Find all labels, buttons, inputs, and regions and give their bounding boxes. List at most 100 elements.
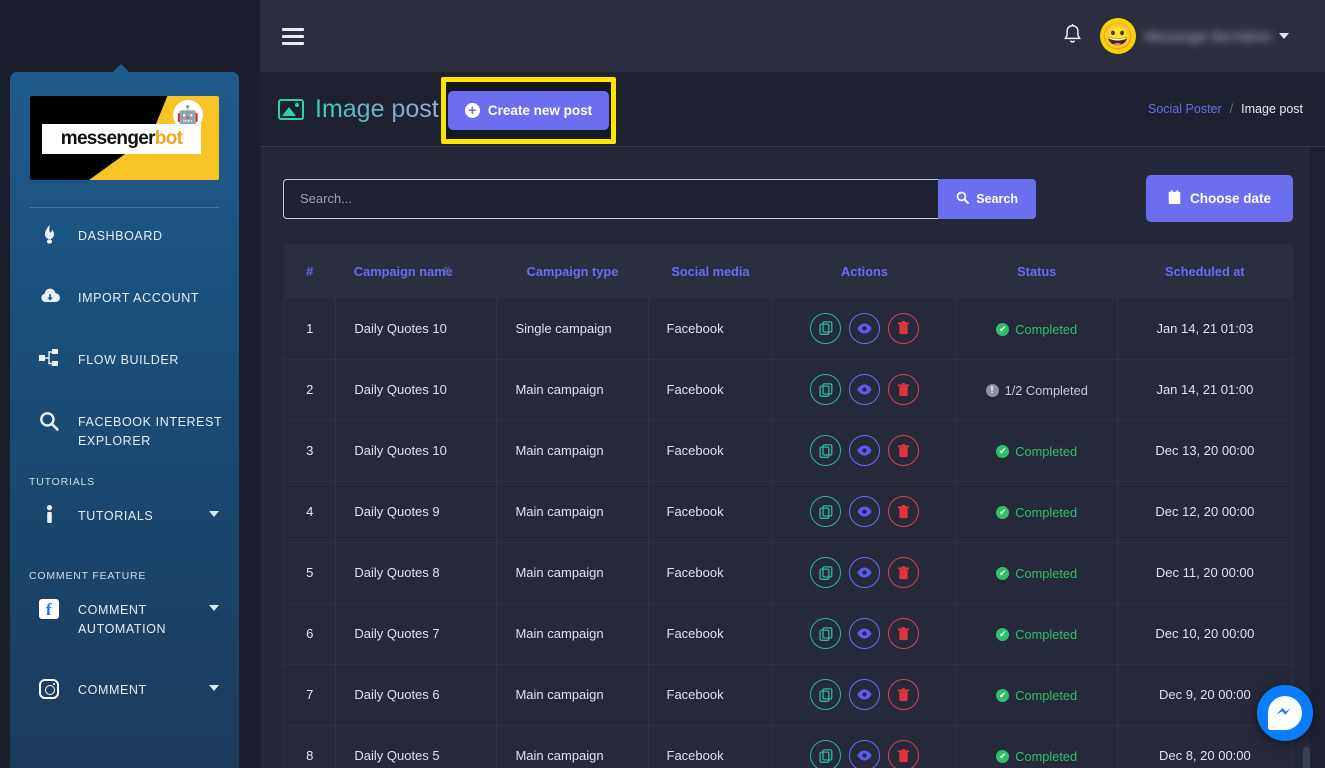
sidebar-item-facebook-interest-explorer[interactable]: FACEBOOK INTEREST EXPLORER bbox=[10, 412, 239, 456]
create-new-post-button[interactable]: + Create new post bbox=[448, 91, 609, 130]
messenger-icon[interactable] bbox=[1257, 685, 1313, 741]
cell-campaign-type: Main campaign bbox=[497, 603, 648, 664]
sidebar-item-label: COMMENT AUTOMATION bbox=[78, 600, 223, 639]
sidebar-item-dashboard[interactable]: DASHBOARD bbox=[10, 226, 239, 270]
cell-campaign-name: Daily Quotes 8 bbox=[336, 542, 497, 603]
check-circle-icon: ✔ bbox=[996, 445, 1009, 458]
copy-icon[interactable] bbox=[810, 740, 841, 768]
chevron-down-icon[interactable] bbox=[209, 605, 219, 611]
column-header-index[interactable]: # bbox=[284, 244, 336, 298]
check-circle-icon: ✔ bbox=[996, 750, 1009, 763]
eye-icon[interactable] bbox=[849, 618, 880, 649]
eye-icon[interactable] bbox=[849, 679, 880, 710]
eye-icon[interactable] bbox=[849, 496, 880, 527]
brand-logo[interactable]: 🤖 messengerbot bbox=[30, 96, 219, 180]
fire-icon bbox=[36, 225, 62, 244]
copy-icon[interactable] bbox=[810, 557, 841, 588]
copy-icon[interactable] bbox=[810, 618, 841, 649]
sort-icon[interactable]: ⇅ bbox=[443, 265, 451, 278]
eye-icon[interactable] bbox=[849, 374, 880, 405]
cell-scheduled-at: Jan 14, 21 01:00 bbox=[1117, 359, 1292, 420]
status-badge: Completed bbox=[1015, 688, 1077, 703]
breadcrumb-parent-link[interactable]: Social Poster bbox=[1148, 102, 1222, 116]
search-button-label: Search bbox=[976, 192, 1018, 206]
trash-icon[interactable] bbox=[888, 313, 919, 344]
sidebar-item-label: TUTORIALS bbox=[78, 506, 153, 526]
copy-icon[interactable] bbox=[810, 374, 841, 405]
table-row: 3Daily Quotes 10Main campaignFacebook✔Co… bbox=[284, 420, 1293, 481]
trash-icon[interactable] bbox=[888, 374, 919, 405]
copy-icon[interactable] bbox=[810, 496, 841, 527]
cell-index: 3 bbox=[284, 420, 336, 481]
page-title-text: Image post bbox=[315, 95, 439, 124]
create-post-highlight: + Create new post bbox=[441, 77, 616, 144]
copy-icon[interactable] bbox=[810, 435, 841, 466]
chevron-down-icon[interactable] bbox=[209, 511, 219, 517]
sidebar-item-import-account[interactable]: IMPORT ACCOUNT bbox=[10, 288, 239, 332]
trash-icon[interactable] bbox=[888, 740, 919, 768]
check-circle-icon: ✔ bbox=[996, 567, 1009, 580]
sidebar-item-comment-automation[interactable]: f COMMENT AUTOMATION bbox=[10, 600, 239, 644]
cell-campaign-name: Daily Quotes 10 bbox=[336, 359, 497, 420]
cell-campaign-type: Single campaign bbox=[497, 298, 648, 359]
column-header-campaign-name[interactable]: Campaign name ⇅ bbox=[336, 244, 497, 298]
trash-icon[interactable] bbox=[888, 435, 919, 466]
trash-icon[interactable] bbox=[888, 618, 919, 649]
column-header-label: Campaign name bbox=[354, 264, 453, 279]
toolbar: Search Choose date bbox=[262, 147, 1310, 222]
copy-icon[interactable] bbox=[810, 679, 841, 710]
hamburger-icon[interactable] bbox=[282, 28, 304, 45]
scrollbar-thumb[interactable] bbox=[1303, 747, 1310, 768]
cell-social-media: Facebook bbox=[648, 725, 773, 768]
cell-actions bbox=[773, 603, 956, 664]
column-header-status[interactable]: Status bbox=[956, 244, 1117, 298]
page-title: Image post bbox=[278, 95, 439, 124]
messenger-bubble bbox=[1268, 696, 1302, 730]
cell-status: !1/2 Completed bbox=[956, 359, 1117, 420]
status-badge: Completed bbox=[1015, 322, 1077, 337]
cell-social-media: Facebook bbox=[648, 542, 773, 603]
status-badge: Completed bbox=[1015, 444, 1077, 459]
table-header-row: # Campaign name ⇅ Campaign type Social m… bbox=[284, 244, 1293, 298]
column-header-social-media[interactable]: Social media bbox=[648, 244, 773, 298]
cell-campaign-type: Main campaign bbox=[497, 420, 648, 481]
breadcrumb-separator: / bbox=[1230, 102, 1233, 116]
search-input[interactable] bbox=[283, 179, 938, 219]
trash-icon[interactable] bbox=[888, 679, 919, 710]
eye-icon[interactable] bbox=[849, 313, 880, 344]
eye-icon[interactable] bbox=[849, 740, 880, 768]
sidebar-item-comment-instagram[interactable]: COMMENT bbox=[10, 680, 239, 724]
cell-status: ✔Completed bbox=[956, 298, 1117, 359]
cell-scheduled-at: Dec 10, 20 00:00 bbox=[1117, 603, 1292, 664]
choose-date-button[interactable]: Choose date bbox=[1146, 175, 1293, 222]
sidebar-item-flow-builder[interactable]: FLOW BUILDER bbox=[10, 350, 239, 394]
status-badge: Completed bbox=[1015, 627, 1077, 642]
chevron-down-icon[interactable] bbox=[209, 685, 219, 691]
flow-builder-icon bbox=[36, 349, 62, 367]
search-button[interactable]: Search bbox=[938, 179, 1036, 219]
chevron-down-icon[interactable] bbox=[1279, 33, 1289, 39]
cell-campaign-type: Main campaign bbox=[497, 359, 648, 420]
eye-icon[interactable] bbox=[849, 435, 880, 466]
logo-shape-bottom bbox=[89, 150, 219, 180]
page-header: Image post + Create new post Social Post… bbox=[260, 72, 1325, 147]
cell-actions bbox=[773, 664, 956, 725]
top-bar: 😀 Messenger Bot Admin bbox=[260, 0, 1325, 72]
column-header-campaign-type[interactable]: Campaign type bbox=[497, 244, 648, 298]
column-header-scheduled-at[interactable]: Scheduled at bbox=[1117, 244, 1292, 298]
sidebar-item-label: IMPORT ACCOUNT bbox=[78, 288, 199, 308]
bot-mascot-glyph: 🤖 bbox=[177, 106, 199, 124]
sidebar-divider bbox=[30, 207, 219, 208]
plus-circle-icon: + bbox=[465, 103, 480, 118]
search-icon bbox=[956, 191, 969, 207]
copy-icon[interactable] bbox=[810, 313, 841, 344]
cell-campaign-name: Daily Quotes 7 bbox=[336, 603, 497, 664]
trash-icon[interactable] bbox=[888, 496, 919, 527]
eye-icon[interactable] bbox=[849, 557, 880, 588]
user-menu[interactable]: 😀 Messenger Bot Admin bbox=[1100, 18, 1289, 54]
bell-icon[interactable] bbox=[1063, 24, 1082, 49]
sidebar-item-tutorials[interactable]: TUTORIALS bbox=[10, 506, 239, 550]
sidebar-item-label: FACEBOOK INTEREST EXPLORER bbox=[78, 412, 223, 451]
trash-icon[interactable] bbox=[888, 557, 919, 588]
content-card: Search Choose date # bbox=[262, 147, 1310, 768]
